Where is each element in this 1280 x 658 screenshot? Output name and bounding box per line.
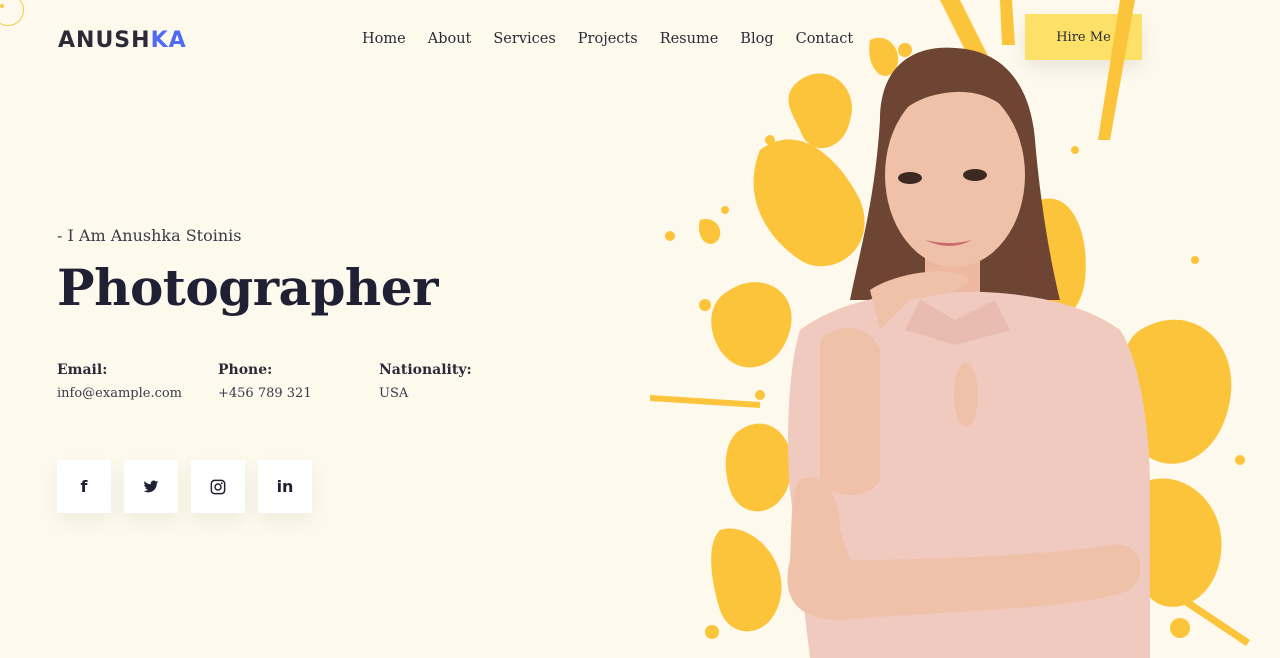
portrait-illustration (650, 0, 1250, 658)
phone-value: +456 789 321 (218, 386, 312, 401)
instagram-icon (210, 479, 226, 494)
nav-home[interactable]: Home (351, 31, 417, 47)
social-links: f in (57, 460, 312, 513)
phone-label: Phone: (218, 362, 273, 378)
nav-projects[interactable]: Projects (567, 31, 649, 47)
twitter-button[interactable] (124, 460, 178, 513)
facebook-icon: f (80, 477, 88, 496)
nav-services[interactable]: Services (482, 31, 566, 47)
linkedin-button[interactable]: in (258, 460, 312, 513)
nav-about[interactable]: About (417, 31, 483, 47)
site-logo[interactable]: ANUSHKA (58, 28, 187, 53)
email-value: info@example.com (57, 386, 183, 401)
facebook-button[interactable]: f (57, 460, 111, 513)
cursor-ring-icon (0, 0, 24, 26)
cursor-dot (0, 4, 4, 8)
linkedin-icon: in (276, 477, 294, 496)
instagram-button[interactable] (191, 460, 245, 513)
hero-intro: - I Am Anushka Stoinis (57, 226, 242, 245)
email-info: Email: info@example.com (57, 362, 182, 401)
email-label: Email: (57, 362, 108, 378)
logo-accent: KA (150, 28, 187, 53)
nationality-value: USA (379, 386, 409, 401)
person-figure (787, 47, 1150, 658)
nationality-info: Nationality: USA (379, 362, 472, 401)
logo-prefix: ANUSH (58, 28, 151, 53)
phone-info: Phone: +456 789 321 (218, 362, 312, 401)
nationality-label: Nationality: (379, 362, 472, 378)
twitter-icon (143, 480, 159, 492)
hero-role-title: Photographer (57, 258, 438, 317)
